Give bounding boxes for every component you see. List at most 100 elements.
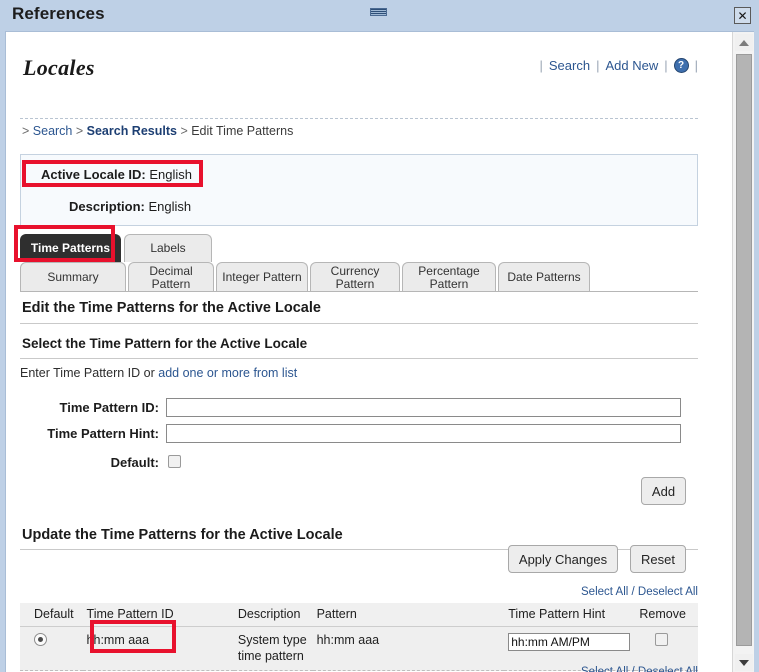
default-label: Default: <box>110 455 159 470</box>
table-row: hh:mm aaa System type time pattern hh:mm… <box>20 626 698 672</box>
header-actions: | Search | Add New | ? | <box>539 58 698 73</box>
cell-description: System type time pattern <box>233 626 313 672</box>
time-patterns-table: Default Time Pattern ID Description Patt… <box>20 603 698 672</box>
select-all-link-bottom[interactable]: Select All <box>581 666 628 672</box>
enter-pattern-instruction: Enter Time Pattern ID or add one or more… <box>20 366 297 380</box>
active-locale-panel: Active Locale ID: English Description: E… <box>20 154 698 226</box>
separator-2: | <box>596 58 600 73</box>
cell-remove <box>635 626 698 672</box>
cell-description-line1: System type <box>237 633 307 647</box>
edit-section-divider <box>20 323 698 324</box>
tab-percentage-pattern-line2: Pattern <box>429 277 469 291</box>
page-title: Locales <box>23 55 95 80</box>
cell-pattern: hh:mm aaa <box>312 626 505 672</box>
select-all-links-bottom: Select All / Deselect All <box>581 666 698 672</box>
tab-percentage-pattern[interactable]: Percentage Pattern <box>402 262 496 292</box>
cell-default <box>20 626 83 672</box>
select-all-links-top: Select All / Deselect All <box>581 586 698 598</box>
separator-3: | <box>664 58 668 73</box>
close-icon[interactable]: ✕ <box>734 7 751 24</box>
edit-section-heading: Edit the Time Patterns for the Active Lo… <box>22 300 321 316</box>
scroll-down-button[interactable] <box>735 654 753 671</box>
application-window: References ✕ Locales | Search | Add New … <box>0 0 759 672</box>
table-body: hh:mm aaa System type time pattern hh:mm… <box>20 626 698 672</box>
chevron-up-icon <box>739 39 749 46</box>
column-header-hint: Time Pattern Hint <box>504 603 636 627</box>
tab-summary[interactable]: Summary <box>20 262 126 292</box>
column-header-pattern: Pattern <box>312 603 505 627</box>
tab-time-patterns[interactable]: Time Patterns <box>20 234 121 262</box>
search-link[interactable]: Search <box>549 58 590 73</box>
update-section-heading: Update the Time Patterns for the Active … <box>22 527 343 543</box>
select-section-heading: Select the Time Pattern for the Active L… <box>22 336 308 351</box>
default-radio[interactable] <box>34 633 47 646</box>
select-links-divider-top: / <box>628 586 638 598</box>
tab-strip-baseline <box>20 291 698 292</box>
cell-pattern-id: hh:mm aaa <box>82 626 234 672</box>
window-title: References <box>12 4 105 23</box>
page-body: Locales | Search | Add New | ? | > Searc… <box>6 32 733 672</box>
active-locale-row: Active Locale ID: English <box>41 167 192 182</box>
column-header-default: Default <box>20 603 83 627</box>
chevron-down-icon <box>739 659 749 666</box>
deselect-all-link-top[interactable]: Deselect All <box>638 586 698 598</box>
description-label: Description: <box>69 199 145 214</box>
breadcrumb-item-search[interactable]: Search <box>33 124 73 138</box>
active-locale-label: Active Locale ID: <box>41 167 146 182</box>
pattern-hint-label: Time Pattern Hint: <box>47 426 159 441</box>
add-button[interactable]: Add <box>641 477 686 505</box>
separator-1: | <box>539 58 543 73</box>
cell-hint <box>504 626 636 672</box>
content-frame: Locales | Search | Add New | ? | > Searc… <box>5 31 754 672</box>
active-locale-value: English <box>149 167 193 182</box>
cell-description-line2: time pattern <box>237 648 304 663</box>
breadcrumb: > Search > Search Results > Edit Time Pa… <box>22 124 293 138</box>
pattern-hint-row: Time Pattern Hint: <box>20 424 698 444</box>
column-header-remove: Remove <box>635 603 698 627</box>
breadcrumb-sep-2: > <box>72 124 87 138</box>
column-header-pattern-id: Time Pattern ID <box>82 603 234 627</box>
reset-button-top[interactable]: Reset <box>630 545 686 573</box>
tab-labels[interactable]: Labels <box>124 234 212 262</box>
select-section-divider <box>20 358 698 359</box>
scrollbar-thumb[interactable] <box>736 54 752 646</box>
tab-currency-pattern[interactable]: Currency Pattern <box>310 262 400 292</box>
scroll-up-button[interactable] <box>735 34 753 51</box>
pattern-id-label: Time Pattern ID: <box>59 400 159 415</box>
vertical-scrollbar[interactable] <box>732 32 754 672</box>
tab-decimal-pattern[interactable]: Decimal Pattern <box>128 262 214 292</box>
pattern-id-row: Time Pattern ID: <box>20 398 698 418</box>
tab-date-patterns[interactable]: Date Patterns <box>498 262 590 292</box>
description-row: Description: English <box>69 199 191 214</box>
separator-4: | <box>694 58 698 73</box>
breadcrumb-sep-1: > <box>22 124 33 138</box>
help-icon[interactable]: ? <box>673 58 689 73</box>
pattern-id-input[interactable] <box>166 398 681 417</box>
breadcrumb-sep-3: > <box>176 124 192 138</box>
window-titlebar: References ✕ <box>0 0 759 31</box>
tab-decimal-pattern-line2: Pattern <box>151 277 191 291</box>
tab-integer-pattern[interactable]: Integer Pattern <box>216 262 308 292</box>
header-divider <box>20 118 698 119</box>
add-from-list-link[interactable]: add one or more from list <box>158 366 297 380</box>
deselect-all-link-bottom[interactable]: Deselect All <box>638 666 698 672</box>
page-header: Locales | Search | Add New | ? | <box>20 48 698 88</box>
breadcrumb-item-search-results[interactable]: Search Results <box>87 124 177 138</box>
drag-grip-icon[interactable] <box>370 8 387 16</box>
breadcrumb-item-current: Edit Time Patterns <box>191 124 294 138</box>
apply-changes-button-top[interactable]: Apply Changes <box>508 545 618 573</box>
default-checkbox[interactable] <box>168 455 181 468</box>
enter-pattern-prefix: Enter Time Pattern ID or <box>20 366 159 380</box>
select-all-link-top[interactable]: Select All <box>581 586 628 598</box>
table-header: Default Time Pattern ID Description Patt… <box>20 603 698 627</box>
tab-currency-pattern-line2: Pattern <box>335 277 375 291</box>
row-hint-input[interactable] <box>508 633 631 651</box>
select-links-divider-bottom: / <box>628 666 638 672</box>
default-row: Default: <box>20 453 698 473</box>
description-value: English <box>148 199 192 214</box>
table-header-row: Default Time Pattern ID Description Patt… <box>20 603 698 627</box>
remove-checkbox[interactable] <box>655 633 669 646</box>
column-header-description: Description <box>233 603 313 627</box>
add-new-link[interactable]: Add New <box>605 58 658 73</box>
pattern-hint-input[interactable] <box>166 424 681 443</box>
